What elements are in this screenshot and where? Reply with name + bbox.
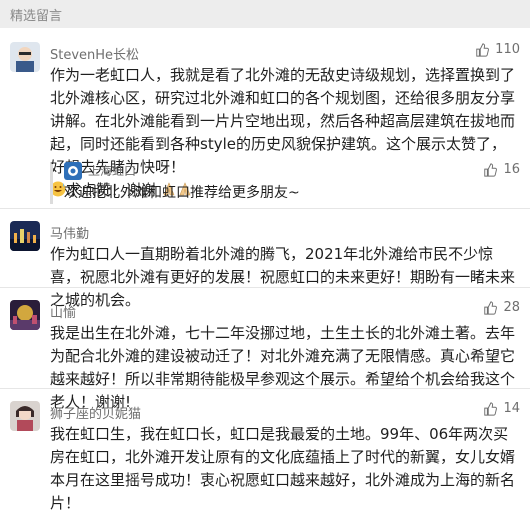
reply-text: 欢迎把北外滩和虹口推荐给更多朋友~ — [64, 185, 300, 201]
comment-body: 我在虹口生，我在虹口长，虹口是我最爱的土地。99年、06年两次买房在虹口，北外滩… — [50, 425, 516, 512]
like-button[interactable]: 14 — [483, 401, 520, 416]
reply-like-button[interactable]: 16 — [483, 162, 520, 177]
avatar[interactable] — [10, 42, 40, 72]
comment-nickname[interactable]: StevenHe长松 — [50, 44, 139, 63]
avatar[interactable] — [10, 401, 40, 431]
thumbs-up-icon — [484, 162, 498, 177]
comment-body: 作为一老虹口人，我就是看了北外滩的无敌史诗级规划，选择置换到了北外滩核心区，研究… — [50, 66, 516, 176]
thumbs-up-icon — [484, 300, 498, 315]
thumbs-up-icon — [476, 42, 490, 57]
reply-avatar[interactable] — [64, 162, 82, 180]
comment-nickname[interactable]: 狮子座的贝妮猫 — [50, 403, 141, 422]
avatar[interactable] — [10, 221, 40, 251]
section-header: 精选留言 — [0, 0, 530, 28]
reply-indicator-bar — [50, 164, 53, 204]
comment-item: 山愉 28 我是出生在北外滩，七十二年没挪过地，土生土长的北外滩土著。去年为配合… — [0, 288, 530, 411]
like-count: 14 — [503, 401, 520, 416]
like-button[interactable]: 28 — [483, 300, 520, 315]
comment-item: 狮子座的贝妮猫 14 我在虹口生，我在虹口长，虹口是我最爱的土地。99年、06年… — [0, 389, 530, 512]
thumbs-up-icon — [484, 401, 498, 416]
comment-nickname[interactable]: 马伟勤 — [50, 223, 89, 242]
reply-nickname[interactable]: 上海虹口 — [88, 162, 136, 179]
comment-item: StevenHe长松 110 作为一老虹口人，我就是看了北外滩的无敌史诗级规划，… — [0, 28, 530, 208]
comment-text: 我在虹口生，我在虹口长，虹口是我最爱的土地。99年、06年两次买房在虹口，北外滩… — [50, 423, 520, 515]
comment-nickname[interactable]: 山愉 — [50, 302, 76, 321]
like-button[interactable]: 110 — [475, 42, 520, 57]
author-reply: 上海虹口 16 欢迎把北外滩和虹口推荐给更多朋友~ — [50, 162, 520, 204]
section-title: 精选留言 — [10, 8, 63, 24]
avatar[interactable] — [10, 300, 40, 330]
reply-like-count: 16 — [503, 162, 520, 177]
comment-item: 马伟勤 作为虹口人一直期盼着北外滩的腾飞，2021年北外滩给市民不少惊喜，祝愿北… — [0, 209, 530, 309]
like-count: 110 — [495, 42, 520, 57]
like-count: 28 — [503, 300, 520, 315]
